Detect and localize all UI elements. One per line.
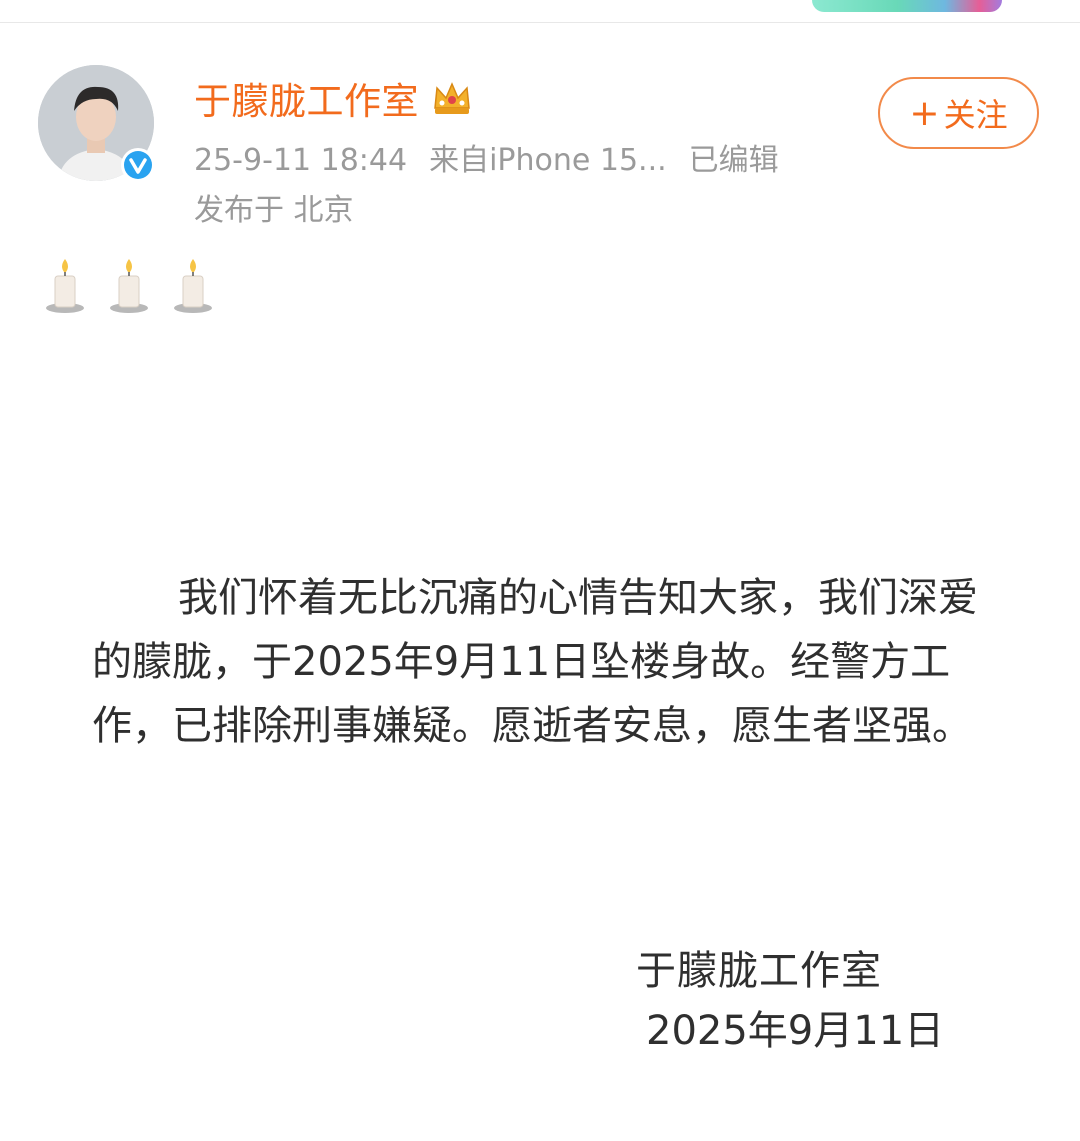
emoji-row (44, 256, 214, 314)
post-source[interactable]: 来自iPhone 15... (429, 143, 667, 178)
verified-badge-icon (121, 148, 155, 182)
author-name[interactable]: 于朦胧工作室 (194, 71, 419, 125)
post-meta: 25-9-11 18:44 来自iPhone 15... 已编辑 (194, 135, 801, 179)
candle-icon (46, 259, 84, 313)
notice-signature: 于朦胧工作室 (636, 948, 882, 994)
crown-badge-icon (434, 82, 470, 114)
follow-button[interactable]: + 关注 (878, 77, 1039, 149)
candle-icon (110, 259, 148, 313)
plus-icon: + (909, 92, 940, 134)
author-name-row: 于朦胧工作室 (194, 72, 473, 124)
top-divider (0, 22, 1080, 23)
post-location: 发布于 北京 (194, 193, 354, 228)
edited-label[interactable]: 已编辑 (689, 143, 779, 178)
post-timestamp: 25-9-11 18:44 (194, 143, 408, 178)
notice-body: 我们怀着无比沉痛的心情告知大家，我们深爱的朦胧，于2025年9月11日坠楼身故。… (92, 575, 978, 749)
notice-date: 2025年9月11日 (646, 1008, 945, 1054)
weibo-post-page: 于朦胧工作室 25-9-11 18:44 来自iPhone 15... 已编辑 发布… (0, 0, 1080, 1141)
author-avatar[interactable] (38, 65, 155, 182)
top-decoration (812, 0, 1002, 12)
candle-icon (174, 259, 212, 313)
follow-label: 关注 (943, 96, 1008, 134)
